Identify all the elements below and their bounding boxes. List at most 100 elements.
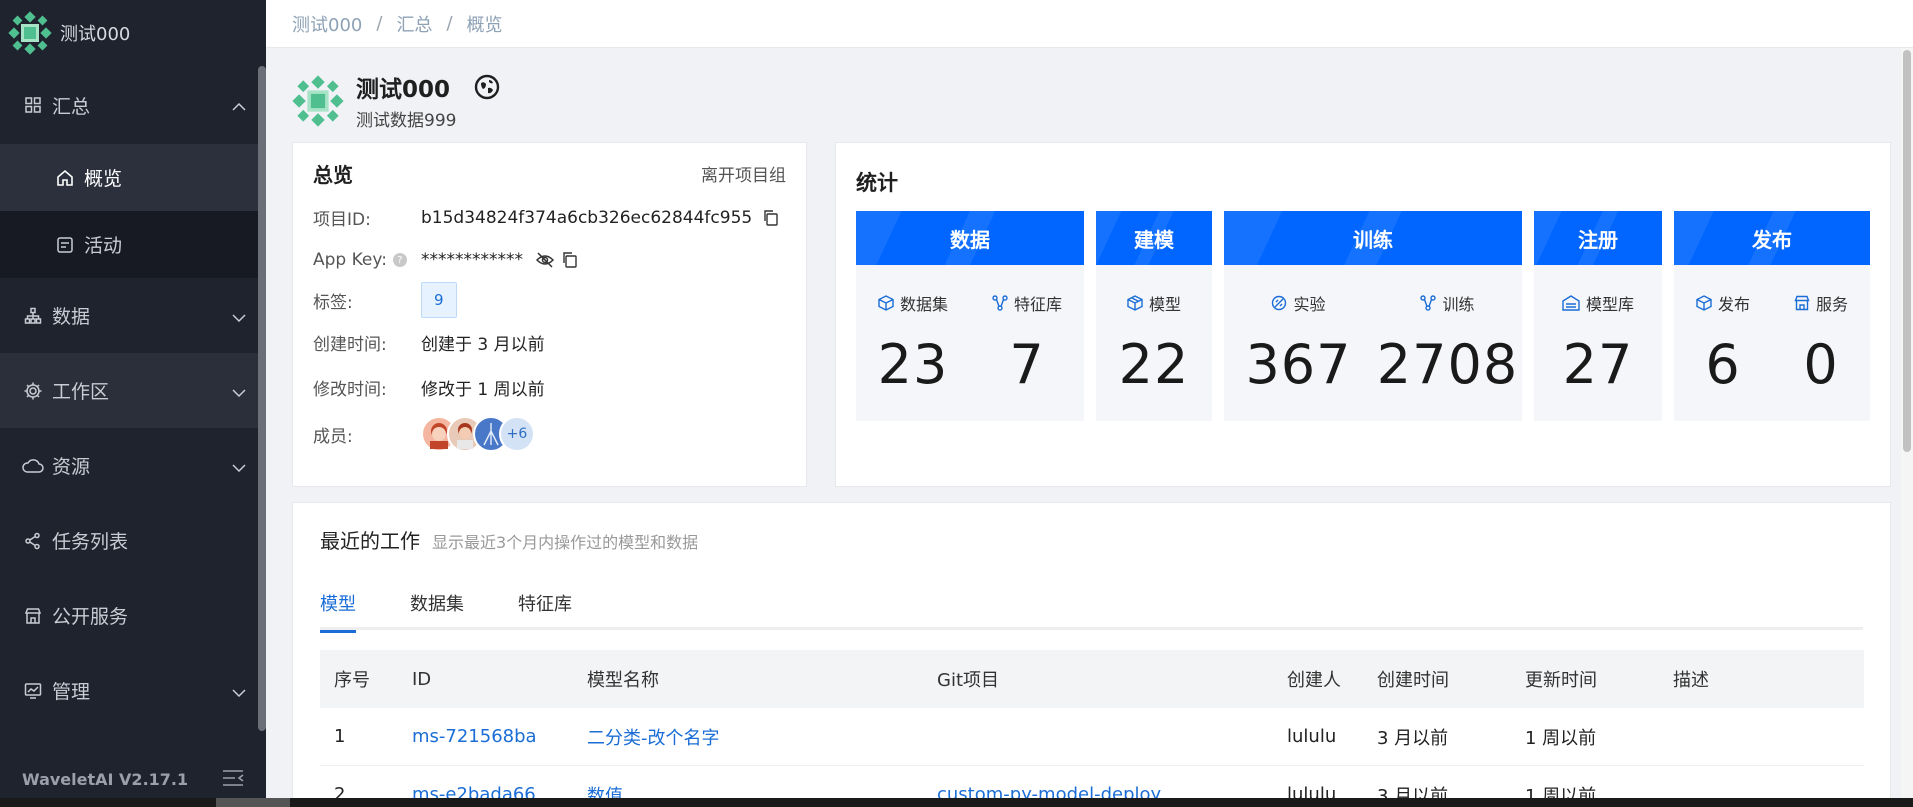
metric-label: 训练 (1442, 295, 1475, 314)
chevron-up-icon (232, 94, 246, 116)
creator: lululu (1287, 726, 1337, 747)
column-header: 创建时间 (1377, 670, 1449, 691)
sidebar-item-tasks[interactable]: 任务列表 (0, 503, 266, 578)
column-header: 序号 (334, 670, 370, 691)
metric-value: 27 (1562, 333, 1634, 396)
sidebar-scrollbar[interactable] (258, 66, 266, 731)
metric-value: 367 (1245, 333, 1352, 396)
row-number: 1 (334, 726, 346, 747)
eye-hidden-icon[interactable] (535, 252, 555, 268)
sidebar-item-label: 概览 (84, 168, 123, 190)
sidebar-item-workspace[interactable]: 工作区 (0, 353, 266, 428)
tab-datasets[interactable]: 数据集 (410, 590, 464, 630)
stat-group-training[interactable]: 训练 实验 367 训练 2708 (1224, 211, 1522, 421)
statistics-card: 统计 数据 数据集 23 特征库 7 建模 模型 22 训练 实验 367 训练… (835, 142, 1891, 487)
sidebar-item-activity[interactable]: 活动 (0, 211, 266, 278)
more-members-badge[interactable]: +6 (499, 416, 535, 452)
tag-badge[interactable]: 9 (421, 282, 457, 318)
metric-value: 7 (1009, 333, 1045, 396)
sidebar-item-label: 汇总 (52, 95, 91, 118)
project-id-value: b15d34824f374a6cb326ec62844fc955 (421, 207, 753, 228)
breadcrumb: 测试000 / 汇总 / 概览 (266, 0, 1913, 48)
column-header: 描述 (1673, 670, 1709, 691)
copy-icon[interactable] (561, 251, 579, 269)
tab-feature-stores[interactable]: 特征库 (518, 590, 572, 630)
help-icon[interactable]: ? (392, 253, 407, 267)
breadcrumb-item[interactable]: 汇总 (396, 11, 432, 37)
scrollbar-thumb[interactable] (258, 66, 266, 731)
table-header: 序号 ID 模型名称 Git项目 创建人 创建时间 更新时间 描述 (320, 650, 1864, 708)
model-name-link[interactable]: 二分类-改个名字 (587, 724, 937, 750)
metric-label: 数据集 (899, 295, 948, 314)
metric-label: 发布 (1717, 295, 1750, 314)
members-label: 成员: (313, 426, 353, 447)
brand-name: 测试000 (60, 24, 131, 45)
share-icon (22, 530, 44, 552)
sidebar-item-label: 数据 (52, 306, 91, 328)
store-icon (22, 605, 44, 627)
sidebar-item-label: 资源 (52, 456, 91, 478)
updated-time: 1 周以前 (1525, 727, 1597, 749)
cloud-icon (22, 455, 44, 477)
tab-models[interactable]: 模型 (320, 590, 356, 633)
sidebar-item-label: 公开服务 (52, 606, 129, 628)
scrollbar-thumb[interactable] (216, 798, 290, 807)
stat-group-title: 数据 (950, 227, 990, 252)
metric-label: 实验 (1293, 295, 1326, 314)
store-icon (1794, 295, 1810, 311)
sidebar-item-overview[interactable]: 概览 (0, 144, 266, 211)
metric-label: 服务 (1815, 295, 1848, 314)
model-id-link[interactable]: ms-721568ba (412, 726, 587, 747)
sidebar-item-label: 任务列表 (52, 531, 129, 553)
chevron-down-icon (232, 680, 246, 702)
app-version: WaveletAI V2.17.1 (22, 769, 189, 789)
breadcrumb-separator: / (376, 13, 383, 34)
warehouse-icon (1562, 295, 1580, 311)
project-title: 测试000 (356, 77, 451, 103)
box-icon (1127, 295, 1143, 311)
globe-icon (474, 74, 500, 104)
sidebar-brand[interactable]: 测试000 (0, 0, 266, 66)
cube-icon (878, 295, 894, 311)
created-label: 创建时间: (313, 335, 387, 355)
sidebar: 测试000 汇总 概览 活动 数据 工作区 资源 任务列表 公开服务 管理 Wa… (0, 0, 266, 807)
page-scrollbar[interactable] (1901, 48, 1913, 807)
column-header: 更新时间 (1525, 670, 1597, 691)
metric-label: 模型库 (1585, 295, 1634, 314)
scrollbar-thumb[interactable] (1903, 50, 1911, 452)
stat-group-title: 训练 (1353, 227, 1393, 252)
nodes-icon (1420, 295, 1437, 311)
project-subtitle: 测试数据999 (356, 111, 457, 131)
horizontal-scrollbar[interactable] (0, 798, 1913, 807)
collapse-menu-icon[interactable] (222, 769, 244, 791)
recent-work-card: 最近的工作 显示最近3个月内操作过的模型和数据 模型 数据集 特征库 序号 ID… (292, 502, 1891, 807)
copy-icon[interactable] (762, 209, 780, 227)
stat-group-publish[interactable]: 发布 发布 6 服务 0 (1674, 211, 1870, 421)
stat-group-modeling[interactable]: 建模 模型 22 (1096, 211, 1212, 421)
leave-group-link[interactable]: 离开项目组 (701, 161, 786, 186)
column-header: Git项目 (937, 670, 1000, 691)
sidebar-item-public-services[interactable]: 公开服务 (0, 578, 266, 653)
member-avatars[interactable]: +6 (421, 416, 535, 452)
sidebar-item-label: 活动 (84, 235, 123, 257)
sidebar-item-resources[interactable]: 资源 (0, 428, 266, 503)
stat-group-registry[interactable]: 注册 模型库 27 (1534, 211, 1662, 421)
overview-card: 总览 离开项目组 项目ID: b15d34824f374a6cb326ec628… (292, 142, 807, 487)
stat-group-title: 注册 (1578, 227, 1618, 252)
sidebar-item-summary[interactable]: 汇总 (0, 66, 266, 144)
stat-group-data[interactable]: 数据 数据集 23 特征库 7 (856, 211, 1084, 421)
modified-value: 修改于 1 周以前 (421, 380, 545, 400)
experiment-icon (1271, 295, 1287, 311)
breadcrumb-item[interactable]: 概览 (467, 11, 503, 37)
metric-label: 模型 (1148, 295, 1181, 314)
modified-label: 修改时间: (313, 380, 387, 400)
created-time: 3 月以前 (1377, 727, 1449, 749)
tags-label: 标签: (313, 292, 353, 313)
nodes-icon (992, 295, 1008, 311)
sidebar-item-data[interactable]: 数据 (0, 278, 266, 353)
sidebar-item-admin[interactable]: 管理 (0, 653, 266, 728)
chart-icon (22, 680, 44, 702)
breadcrumb-item[interactable]: 测试000 (292, 11, 362, 37)
column-header: 模型名称 (587, 670, 659, 691)
chevron-down-icon (232, 380, 246, 402)
